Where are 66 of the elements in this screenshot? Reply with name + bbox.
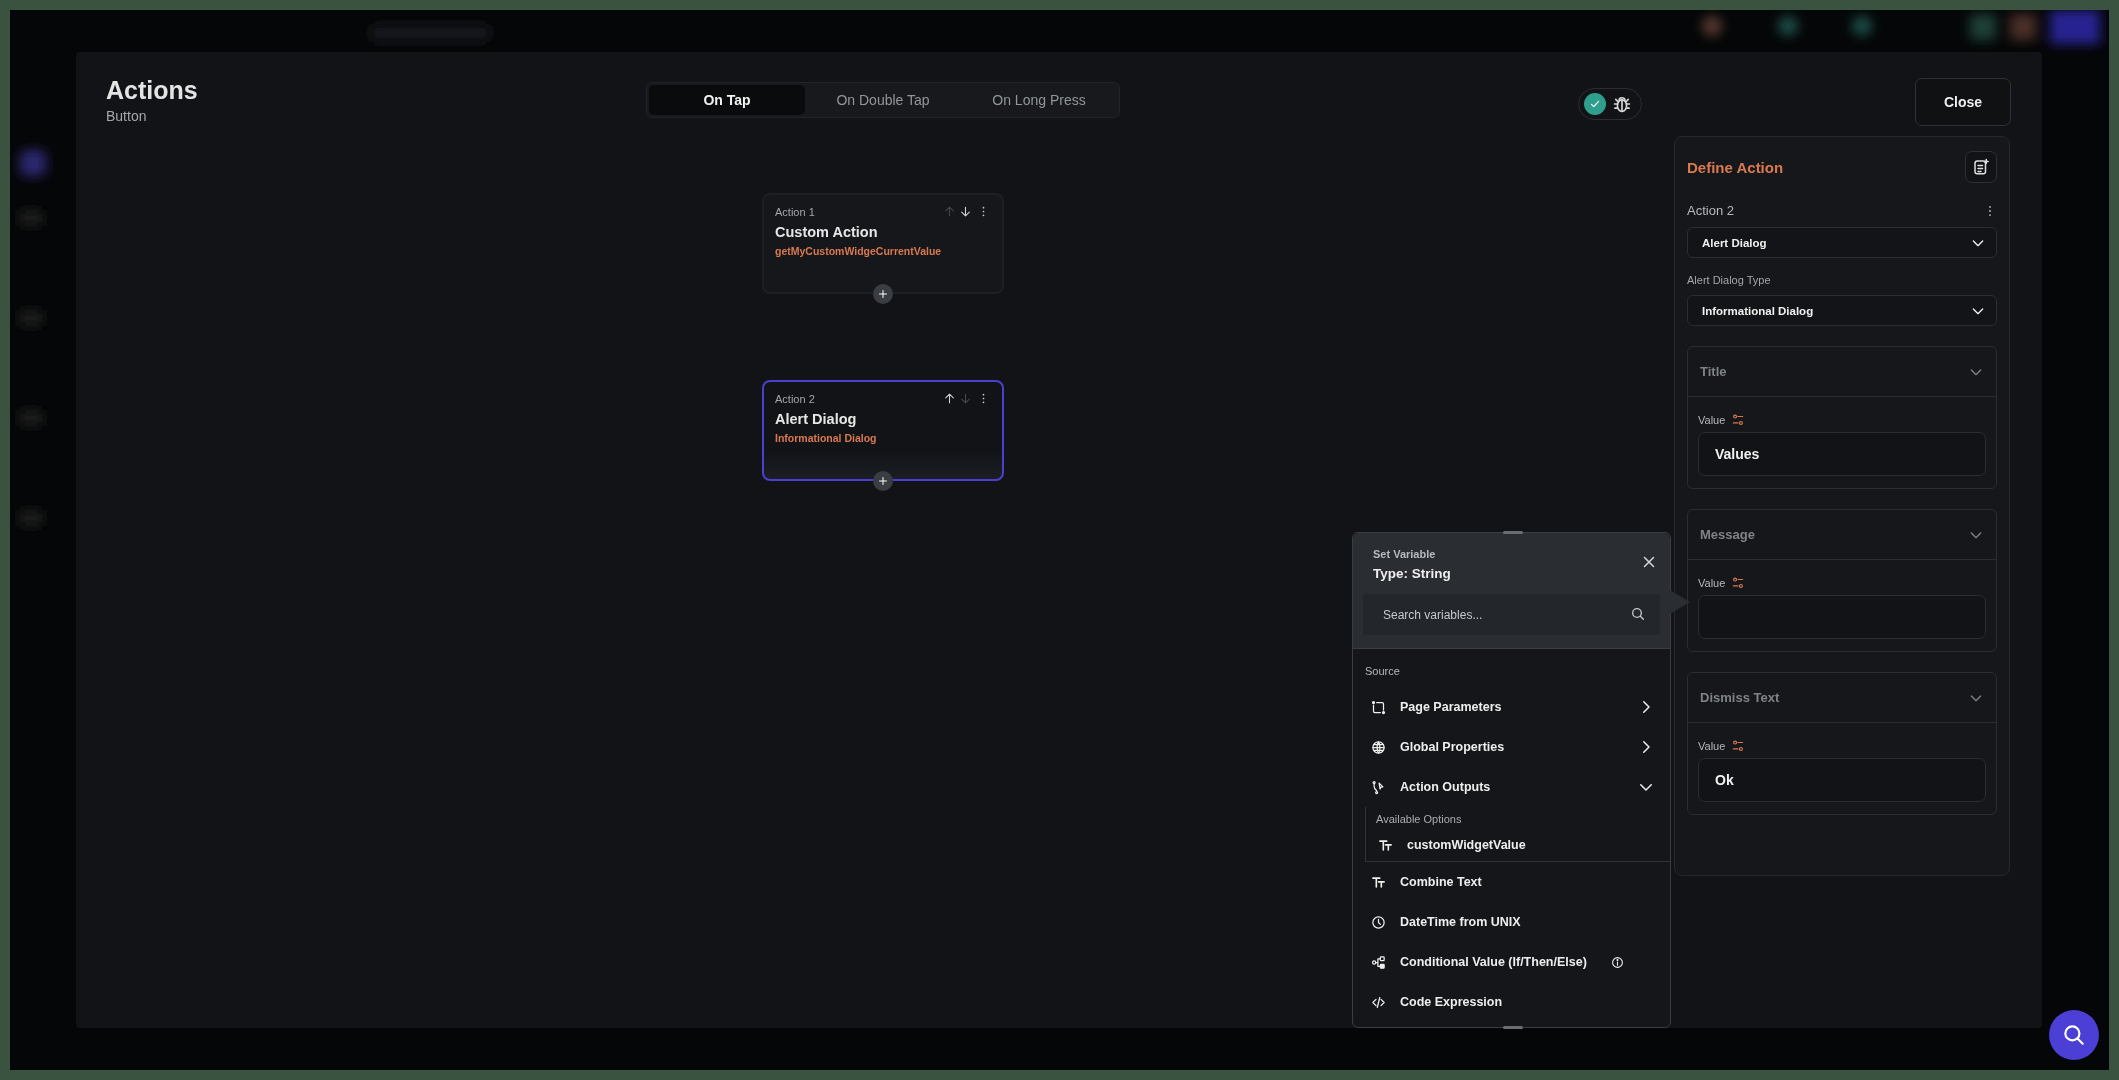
page-title: Actions [106, 76, 199, 105]
value-label: Value [1698, 740, 1726, 752]
action-type-dropdown[interactable]: Alert Dialog [1687, 227, 1997, 258]
tab[interactable]: On Double Tap [805, 85, 961, 115]
search-icon [1630, 606, 1646, 622]
field-label: Alert Dialog Type [1687, 274, 1772, 286]
add-action-button[interactable] [873, 471, 893, 491]
text-icon [1378, 837, 1393, 853]
close-button[interactable]: Close [1915, 78, 2011, 126]
action-label: Action 1 [775, 205, 816, 218]
frame-icon [1371, 699, 1386, 715]
drag-handle[interactable] [1503, 531, 1523, 534]
add-note-button[interactable] [1965, 151, 1997, 183]
add-action-button[interactable] [873, 284, 893, 304]
source-item[interactable]: Code Expression [1353, 982, 1670, 1022]
action-label: Action 2 [775, 392, 816, 405]
action-title: Alert Dialog [775, 411, 858, 427]
arrow-down-icon[interactable] [959, 205, 972, 218]
globe-icon [1371, 739, 1386, 755]
plus-icon [877, 475, 889, 487]
plus-icon [877, 288, 889, 300]
tab[interactable]: On Long Press [961, 85, 1117, 115]
section-label: Source [1365, 665, 1401, 677]
variable-icon[interactable] [1731, 739, 1746, 753]
branch-icon [1371, 779, 1386, 795]
action-label: Action 2 [1687, 203, 1734, 218]
page-subtitle: Button [106, 108, 148, 124]
action-card[interactable]: Action 1 Custom Action getMyCustomWidgeCurrentValue [762, 193, 1004, 294]
arrow-up-icon[interactable] [943, 392, 956, 405]
action-detail: Informational Dialog [775, 432, 878, 444]
popup-title: Type: String [1373, 566, 1452, 581]
section-header[interactable]: Dismiss Text [1688, 673, 1996, 723]
source-item[interactable]: Combine Text [1353, 862, 1670, 902]
tab[interactable]: On Tap [649, 85, 805, 115]
info-icon[interactable] [1610, 955, 1624, 969]
options-label: Available Options [1375, 812, 1463, 827]
drag-handle[interactable] [1503, 1026, 1523, 1029]
dialog-type-dropdown[interactable]: Informational Dialog [1687, 295, 1997, 326]
option-item[interactable]: customWidgetValue [1366, 829, 1670, 861]
value-field[interactable]: Ok [1698, 758, 1986, 802]
action-card[interactable]: Action 2 Alert Dialog Informational Dialog [762, 380, 1004, 481]
source-item[interactable]: Action Outputs [1353, 767, 1670, 807]
clock-icon [1371, 914, 1386, 930]
document-plus-icon [1972, 158, 1990, 176]
bug-icon[interactable] [1612, 94, 1632, 114]
source-item[interactable]: Conditional Value (If/Then/Else) [1353, 942, 1670, 982]
source-item[interactable]: Global Properties [1353, 727, 1670, 767]
source-item[interactable]: Page Parameters [1353, 687, 1670, 727]
value-label: Value [1698, 414, 1726, 426]
variable-icon[interactable] [1731, 413, 1746, 427]
variable-icon[interactable] [1731, 576, 1746, 590]
action-detail: getMyCustomWidgeCurrentValue [775, 245, 943, 257]
value-field[interactable]: Values [1698, 432, 1986, 476]
value-label: Value [1698, 577, 1726, 589]
section-header[interactable]: Message [1688, 510, 1996, 560]
search-field[interactable]: Search variables... [1363, 594, 1660, 635]
section-header[interactable]: Title [1688, 347, 1996, 397]
conditional-icon [1371, 954, 1386, 970]
panel-title: Define Action [1687, 158, 1784, 176]
value-field[interactable] [1698, 595, 1986, 639]
popup-subtitle: Set Variable [1373, 548, 1437, 560]
text-icon [1371, 874, 1386, 890]
action-title: Custom Action [775, 224, 879, 240]
code-icon [1371, 994, 1386, 1010]
search-icon [2061, 1022, 2087, 1048]
source-item[interactable]: DateTime from UNIX [1353, 902, 1670, 942]
